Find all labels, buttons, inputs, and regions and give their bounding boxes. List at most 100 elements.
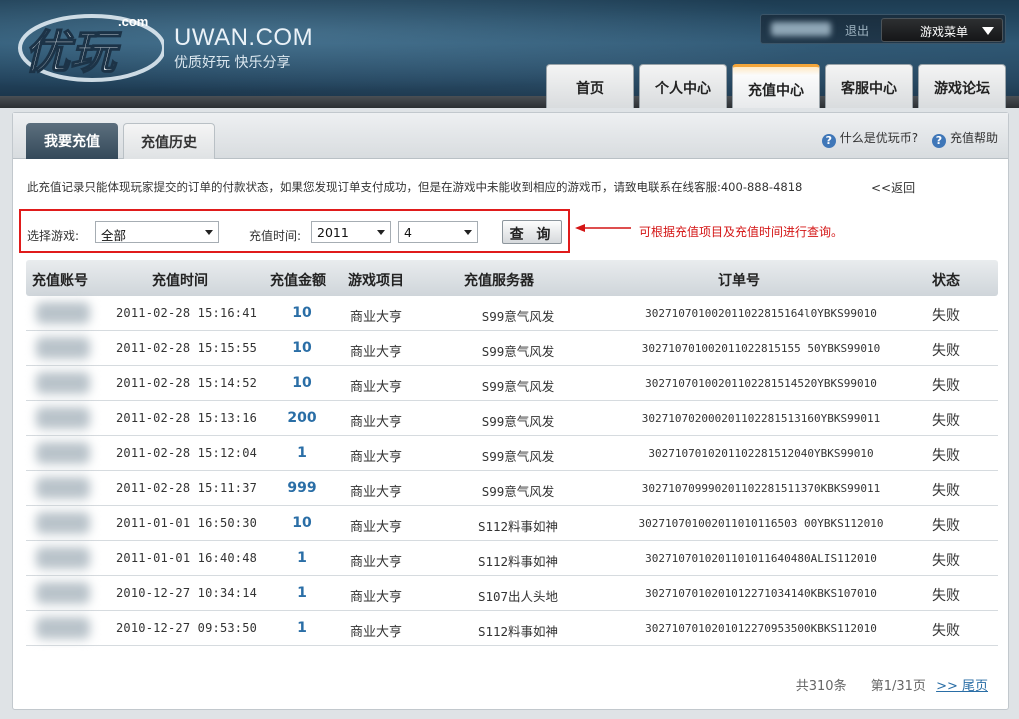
recharge-amount: 1 xyxy=(297,585,307,601)
account-blurred xyxy=(36,477,90,499)
help-links: ? 什么是优玩币? ? 充值帮助 xyxy=(812,129,998,148)
order-number: 302710701002011022815164l0YBKS99010 xyxy=(645,307,877,320)
table-row: 2011-02-28 15:15:55 10 商业大亨 S99意气风发 30271070… xyxy=(26,331,998,366)
tab-customer-service[interactable]: 客服中心 xyxy=(825,64,913,108)
col-time: 充值时间 xyxy=(152,273,208,289)
recharge-server: S112料事如神 xyxy=(477,519,559,534)
what-is-coin-link[interactable]: ? 什么是优玩币? xyxy=(821,131,919,148)
order-number: 302710701002011022815155 50YBKS99010 xyxy=(641,342,881,355)
table-row: 2011-02-28 15:13:16 200 商业大亨 S99意气风发 3027107… xyxy=(26,401,998,436)
game-select-value: 全部 xyxy=(101,228,127,243)
status-text: 失败 xyxy=(932,448,960,464)
chevron-down-icon xyxy=(377,230,385,235)
recharge-amount: 10 xyxy=(292,375,312,391)
logo-domain: .com xyxy=(118,14,148,29)
recharge-amount: 1 xyxy=(297,445,307,461)
table-header: 充值账号 充值时间 充值金额 游戏项目 充值服务器 订单号 状态 xyxy=(26,260,998,296)
account-blurred xyxy=(36,337,90,359)
status-text: 失败 xyxy=(932,623,960,639)
site-header: 优玩 .com UWAN.COM 优质好玩 快乐分享 退出 游戏菜单 首页 个人… xyxy=(0,0,1019,108)
tab-personal-center[interactable]: 个人中心 xyxy=(639,64,727,108)
recharge-amount: 10 xyxy=(292,515,312,531)
filter-box: 选择游戏: 全部 充值时间: 2011 4 查 询 xyxy=(19,209,570,253)
back-link[interactable]: <<返回 xyxy=(871,179,915,196)
recharge-history-table: 充值账号 充值时间 充值金额 游戏项目 充值服务器 订单号 状态 2011-02… xyxy=(26,260,998,646)
order-number: 302710701002011010116503 00YBKS112010 xyxy=(638,517,884,530)
table-row: 2011-02-28 15:16:41 10 商业大亨 S99意气风发 30271070… xyxy=(26,296,998,331)
recharge-server: S99意气风发 xyxy=(481,344,555,359)
status-text: 失败 xyxy=(932,553,960,569)
status-text: 失败 xyxy=(932,483,960,499)
table-row: 2011-02-28 15:11:37 999 商业大亨 S99意气风发 3027107… xyxy=(26,471,998,506)
game-project: 商业大亨 xyxy=(350,450,403,465)
recharge-server: S99意气风发 xyxy=(481,484,555,499)
query-button[interactable]: 查 询 xyxy=(502,220,562,244)
status-text: 失败 xyxy=(932,518,960,534)
recharge-amount: 10 xyxy=(292,305,312,321)
recharge-amount: 1 xyxy=(297,620,307,636)
recharge-help-link[interactable]: ? 充值帮助 xyxy=(931,131,998,148)
order-number: 30271070100201102281514520YBKS99010 xyxy=(645,377,877,390)
status-text: 失败 xyxy=(932,588,960,604)
what-is-coin-label: 什么是优玩币? xyxy=(839,131,919,145)
game-project: 商业大亨 xyxy=(350,590,403,605)
recharge-time: 2011-01-01 16:50:30 xyxy=(116,516,258,530)
status-text: 失败 xyxy=(932,308,960,324)
status-text: 失败 xyxy=(932,378,960,394)
chevron-down-icon xyxy=(464,230,472,235)
status-text: 失败 xyxy=(932,343,960,359)
month-select[interactable]: 4 xyxy=(398,221,478,243)
tab-game-forum[interactable]: 游戏论坛 xyxy=(918,64,1006,108)
total-count: 共310条 xyxy=(795,679,847,694)
pagination: 共310条 第1/31页 >> 尾页 xyxy=(796,675,988,694)
game-select[interactable]: 全部 xyxy=(95,221,219,243)
recharge-server: S99意气风发 xyxy=(481,449,555,464)
last-page-link[interactable]: >> 尾页 xyxy=(936,679,988,694)
account-blurred xyxy=(36,442,90,464)
order-number: 302710709990201102281511370KBKS99011 xyxy=(641,482,881,495)
recharge-amount: 200 xyxy=(287,410,317,426)
notice-text: 此充值记录只能体现玩家提交的订单的付款状态，如果您发现订单支付成功，但是在游戏中… xyxy=(27,180,803,194)
year-select[interactable]: 2011 xyxy=(311,221,391,243)
recharge-time: 2011-01-01 16:40:48 xyxy=(116,551,258,565)
col-server: 充值服务器 xyxy=(464,273,534,289)
game-filter-label: 选择游戏: xyxy=(27,229,80,243)
time-filter-label: 充值时间: xyxy=(249,229,302,243)
annotation-text: 可根据充值项目及充值时间进行查询。 xyxy=(639,225,844,239)
site-slogan: 优质好玩 快乐分享 xyxy=(174,55,291,71)
col-order: 订单号 xyxy=(718,273,760,289)
account-blurred xyxy=(36,582,90,604)
recharge-server: S112料事如神 xyxy=(477,554,559,569)
col-game: 游戏项目 xyxy=(348,273,404,289)
user-bar: 退出 游戏菜单 xyxy=(760,14,1006,44)
recharge-amount: 10 xyxy=(292,340,312,356)
table-body: 2011-02-28 15:16:41 10 商业大亨 S99意气风发 30271070… xyxy=(26,296,998,646)
uwan-logo[interactable]: 优玩 .com xyxy=(14,6,164,86)
table-row: 2011-01-01 16:50:30 10 商业大亨 S112料事如神 3027107… xyxy=(26,506,998,541)
tab-recharge-center[interactable]: 充值中心 xyxy=(732,64,820,108)
game-menu-label: 游戏菜单 xyxy=(920,25,969,39)
recharge-amount: 1 xyxy=(297,550,307,566)
game-menu-dropdown[interactable]: 游戏菜单 xyxy=(881,18,1003,42)
year-select-value: 2011 xyxy=(317,225,349,240)
account-blurred xyxy=(36,407,90,429)
chevron-down-icon xyxy=(982,27,994,35)
table-row: 2011-02-28 15:12:04 1 商业大亨 S99意气风发 302710701… xyxy=(26,436,998,471)
game-project: 商业大亨 xyxy=(350,555,403,570)
recharge-time: 2011-02-28 15:13:16 xyxy=(116,411,258,425)
col-amount: 充值金额 xyxy=(270,273,326,289)
content-panel: 我要充值 充值历史 ? 什么是优玩币? ? 充值帮助 此充值记录只能体现玩家提交的订… xyxy=(12,112,1009,710)
chevron-down-icon xyxy=(205,230,213,235)
order-number: 3027107010201101011640480ALIS112010 xyxy=(645,552,877,565)
user-name-blurred[interactable] xyxy=(771,22,831,36)
subtab-recharge[interactable]: 我要充值 xyxy=(26,123,118,159)
recharge-server: S112料事如神 xyxy=(477,624,559,639)
col-status: 状态 xyxy=(932,273,960,289)
account-blurred xyxy=(36,302,90,324)
subtab-recharge-history[interactable]: 充值历史 xyxy=(123,123,215,159)
tab-home[interactable]: 首页 xyxy=(546,64,634,108)
logout-link[interactable]: 退出 xyxy=(845,22,869,39)
site-name: UWAN.COM xyxy=(174,24,314,51)
recharge-time: 2011-02-28 15:16:41 xyxy=(116,306,258,320)
order-number: 302710702000201102281513160YBKS99011 xyxy=(641,412,881,425)
